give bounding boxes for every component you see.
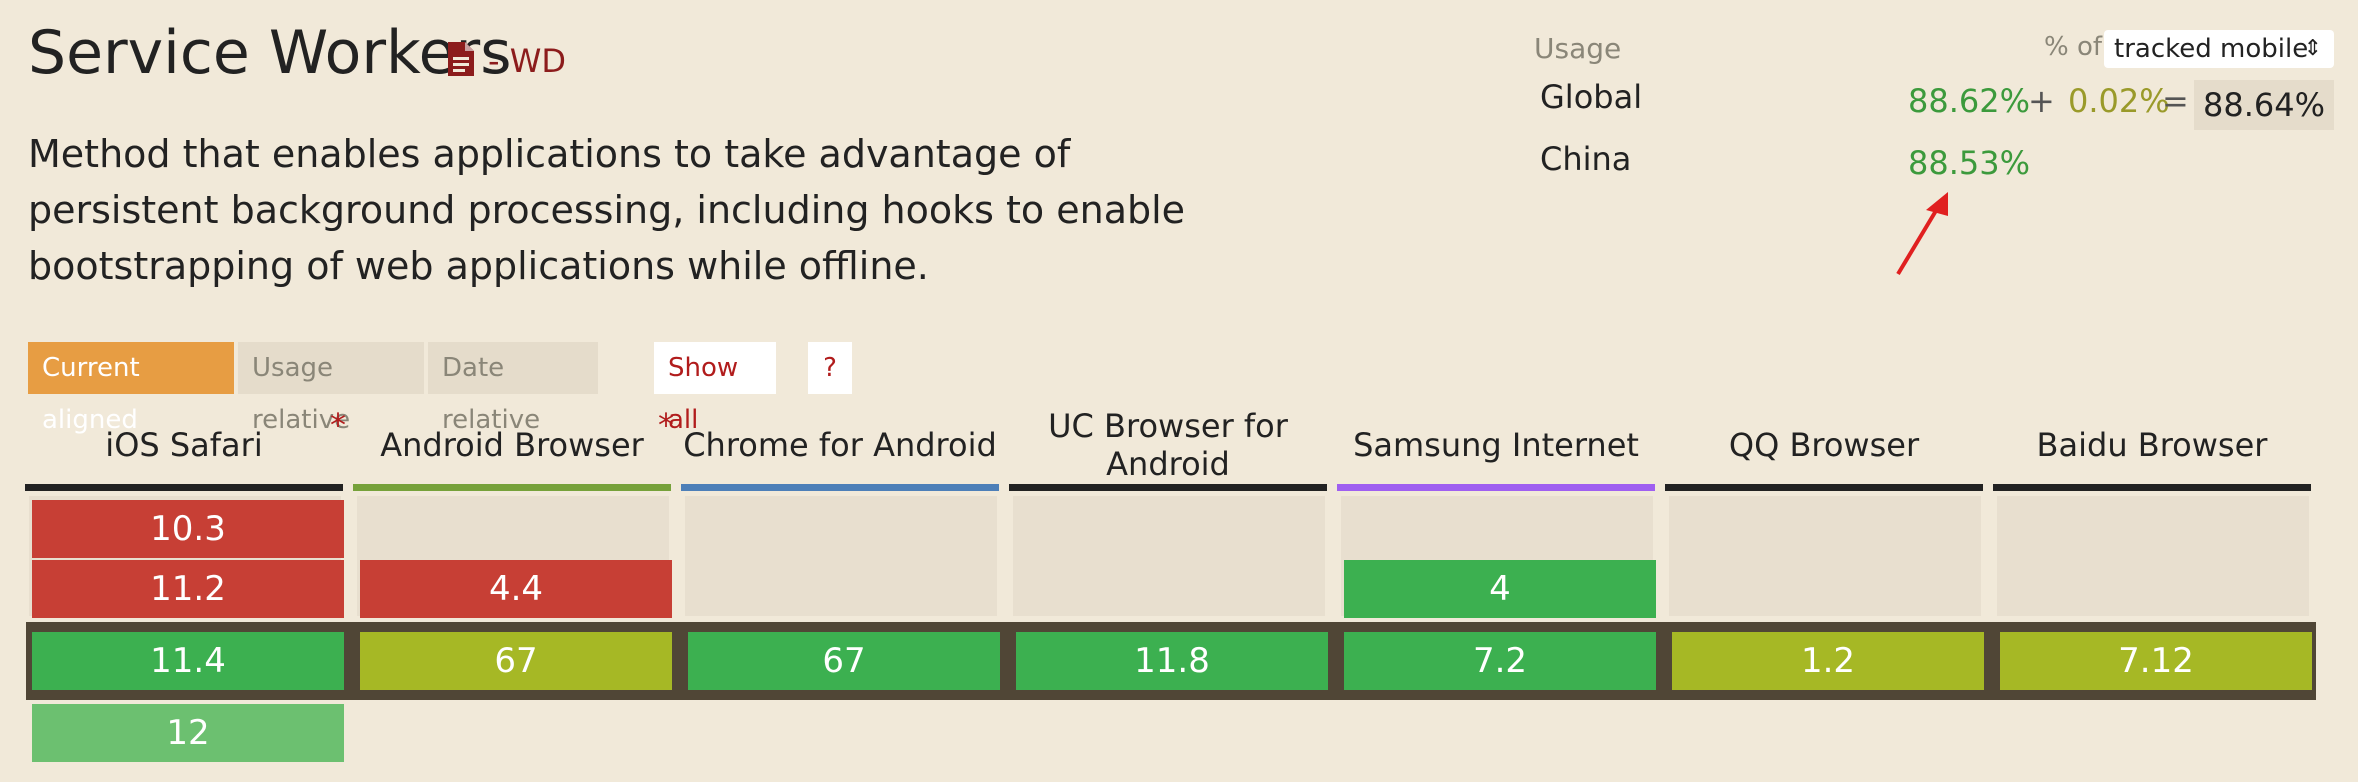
global-partial-support: 0.02% [2068,82,2170,120]
browser-color-bar [353,484,671,491]
pct-of-label: % of [2044,32,2103,62]
current-version-cell[interactable]: 11.4 [32,632,344,690]
show-all-button[interactable]: Show all [654,342,776,435]
browser-color-bar [25,484,343,491]
column-background [1997,496,2309,616]
current-aligned-button[interactable]: Current aligned [28,342,234,435]
browser-name: Android Browser [380,426,644,464]
browser-name: Chrome for Android [683,426,997,464]
browser-name: UC Browser for Android [1048,407,1288,483]
current-version-cell[interactable]: 67 [688,632,1000,690]
version-cell[interactable]: 12 [32,704,344,762]
browser-color-bar [1337,484,1655,491]
document-icon[interactable] [448,42,474,76]
note-asterisk[interactable]: * [330,406,346,444]
region-china-label: China [1540,140,1632,178]
date-relative-button[interactable]: Date relative [428,342,598,435]
browser-name: QQ Browser [1728,426,1920,464]
china-full-support: 88.53% [1908,144,2031,182]
help-button[interactable]: ? [808,342,852,394]
page-title: Service Workers [28,18,512,88]
browser-color-bar [1665,484,1983,491]
browser-color-bar [1993,484,2311,491]
spec-status[interactable]: - WD [488,42,566,80]
current-version-cell[interactable]: 67 [360,632,672,690]
note-asterisk[interactable]: * [658,406,674,444]
version-cell[interactable]: 4.4 [360,560,672,618]
version-cell[interactable]: 4 [1344,560,1656,618]
column-background [1013,496,1325,616]
global-total: 88.64% [2194,80,2334,130]
current-version-cell[interactable]: 7.2 [1344,632,1656,690]
equals-sign: = [2162,82,2189,120]
plus-sign: + [2028,82,2055,120]
browser-name: Samsung Internet [1353,426,1639,464]
select-arrows-icon: ⇕ [2303,36,2322,61]
browser-color-bar [681,484,999,491]
version-cell[interactable]: 10.3 [32,500,344,558]
version-cell[interactable]: 11.2 [32,560,344,618]
browser-name: iOS Safari [105,426,263,464]
feature-description: Method that enables applications to take… [28,132,1186,288]
global-full-support: 88.62% [1908,82,2031,120]
usage-relative-button[interactable]: Usage relative [238,342,424,435]
browser-color-bar [1009,484,1327,491]
column-background [685,496,997,616]
current-version-cell[interactable]: 7.12 [2000,632,2312,690]
red-arrow-annotation [1896,192,1948,276]
tracked-select[interactable]: tracked mobile ⇕ [2104,30,2334,68]
region-global-label: Global [1540,78,1643,116]
usage-label: Usage [1534,32,1622,65]
browser-name: Baidu Browser [2036,426,2268,464]
tracked-select-value: tracked mobile [2114,34,2309,64]
column-background [1669,496,1981,616]
current-version-cell[interactable]: 11.8 [1016,632,1328,690]
current-version-cell[interactable]: 1.2 [1672,632,1984,690]
